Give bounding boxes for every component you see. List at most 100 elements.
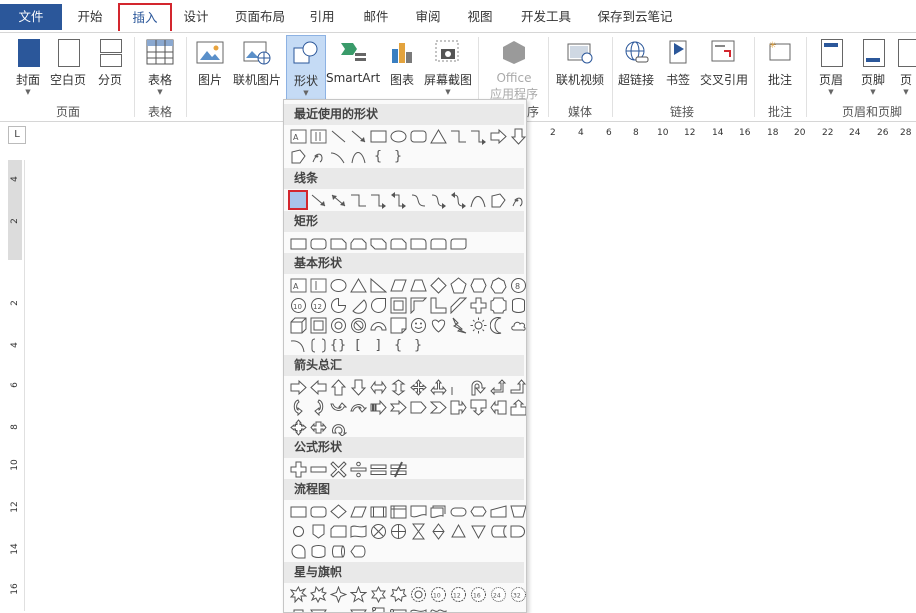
elbow-double-arrow-shape[interactable]: [388, 190, 408, 210]
round-diagonal-rectangle-shape[interactable]: [448, 233, 468, 253]
right-arrow-shape[interactable]: [488, 126, 508, 146]
decagon-shape[interactable]: 10: [288, 295, 308, 315]
vertical-text-box-shape[interactable]: [308, 126, 328, 146]
hexagon-shape[interactable]: [468, 275, 488, 295]
bent-arrow-shape[interactable]: [448, 377, 468, 397]
flowchart-data-shape[interactable]: [348, 501, 368, 521]
no-symbol-shape[interactable]: [348, 315, 368, 335]
tab-home[interactable]: 开始: [70, 6, 110, 28]
flowchart-process-shape[interactable]: [288, 501, 308, 521]
flowchart-extract-shape[interactable]: [448, 521, 468, 541]
up-down-arrow-shape[interactable]: [388, 377, 408, 397]
smartart-button[interactable]: SmartArt: [326, 39, 380, 85]
flowchart-decision-shape[interactable]: [328, 501, 348, 521]
tab-mailings[interactable]: 邮件: [356, 6, 396, 28]
tab-insert[interactable]: 插入: [118, 3, 172, 31]
curved-right-arrow-shape[interactable]: [288, 397, 308, 417]
freeform-shape[interactable]: [488, 190, 508, 210]
tab-file[interactable]: 文件: [0, 4, 62, 30]
flowchart-stored-data-shape[interactable]: [488, 521, 508, 541]
smiley-face-shape[interactable]: [408, 315, 428, 335]
left-right-up-arrow-shape[interactable]: [428, 377, 448, 397]
flowchart-predefined-process-shape[interactable]: [368, 501, 388, 521]
snip-round-rectangle-shape[interactable]: [388, 233, 408, 253]
elbow-arrow-connector-shape[interactable]: [368, 190, 388, 210]
left-up-arrow-shape[interactable]: [488, 377, 508, 397]
flowchart-punched-tape-shape[interactable]: [348, 521, 368, 541]
cover-button[interactable]: 封面▼: [8, 39, 48, 96]
online-picture-button[interactable]: 联机图片: [232, 39, 282, 88]
elbow-connector-shape[interactable]: [348, 190, 368, 210]
left-right-arrow-callout-shape[interactable]: [308, 417, 328, 437]
flowchart-or-shape[interactable]: [388, 521, 408, 541]
pentagon-shape[interactable]: [448, 275, 468, 295]
vertical-ruler[interactable]: 4 2 2 4 6 8 10 12 14 16: [6, 160, 25, 611]
right-bracket-shape[interactable]: ]: [368, 335, 388, 355]
page-number-button[interactable]: 页▼: [896, 39, 916, 96]
block-arc-shape[interactable]: [368, 315, 388, 335]
quad-arrow-shape[interactable]: [408, 377, 428, 397]
blank-page-button[interactable]: 空白页: [48, 39, 88, 88]
notched-right-arrow-shape[interactable]: [388, 397, 408, 417]
round-same-side-rectangle-shape[interactable]: [428, 233, 448, 253]
curved-down-ribbon-shape[interactable]: [348, 604, 368, 613]
screenshot-button[interactable]: 屏幕截图▼: [422, 39, 474, 96]
flowchart-summing-junction-shape[interactable]: [368, 521, 388, 541]
picture-button[interactable]: 图片: [192, 39, 228, 88]
left-bracket-shape[interactable]: [: [348, 335, 368, 355]
flowchart-display-shape[interactable]: [348, 541, 368, 561]
star-24-point-shape[interactable]: 24: [488, 584, 508, 604]
double-arrow-line-shape[interactable]: [328, 190, 348, 210]
bent-up-arrow-shape[interactable]: [508, 377, 527, 397]
flowchart-card-shape[interactable]: [328, 521, 348, 541]
triangle-shape[interactable]: [428, 126, 448, 146]
parallelogram-shape[interactable]: [388, 275, 408, 295]
double-bracket-shape[interactable]: [308, 335, 328, 355]
curved-arrow-connector-shape[interactable]: [428, 190, 448, 210]
flowchart-manual-operation-shape[interactable]: [508, 501, 527, 521]
circular-arrow-shape[interactable]: [328, 417, 348, 437]
flowchart-off-page-connector-shape[interactable]: [308, 521, 328, 541]
curved-connector-shape[interactable]: [408, 190, 428, 210]
footer-button[interactable]: 页脚▼: [854, 39, 892, 96]
round-single-corner-rectangle-shape[interactable]: [408, 233, 428, 253]
octagon-shape[interactable]: 8: [508, 275, 527, 295]
flowchart-preparation-shape[interactable]: [468, 501, 488, 521]
scribble-shape[interactable]: [308, 146, 328, 166]
diamond-shape[interactable]: [428, 275, 448, 295]
right-brace-shape[interactable]: }: [388, 146, 408, 166]
vertical-text-box-shape[interactable]: [308, 275, 328, 295]
page-break-button[interactable]: 分页: [90, 39, 130, 88]
rounded-rectangle-shape[interactable]: [308, 233, 328, 253]
star-7-point-shape[interactable]: [388, 584, 408, 604]
rounded-rect-shape[interactable]: [408, 126, 428, 146]
cross-shape[interactable]: [468, 295, 488, 315]
flowchart-direct-access-storage-shape[interactable]: [328, 541, 348, 561]
wave-shape[interactable]: [408, 604, 428, 613]
chord-shape[interactable]: [348, 295, 368, 315]
text-box-shape[interactable]: A: [288, 275, 308, 295]
down-arrow-callout-shape[interactable]: [468, 397, 488, 417]
double-wave-shape[interactable]: [428, 604, 448, 613]
flowchart-multidocument-shape[interactable]: [428, 501, 448, 521]
double-brace-shape[interactable]: {}: [328, 335, 348, 355]
chart-button[interactable]: 图表: [384, 39, 420, 88]
flowchart-collate-shape[interactable]: [408, 521, 428, 541]
teardrop-shape[interactable]: [368, 295, 388, 315]
line-shape-selected[interactable]: [288, 190, 308, 210]
diagonal-stripe-shape[interactable]: [448, 295, 468, 315]
curved-up-ribbon-shape[interactable]: [328, 604, 348, 613]
star-5-point-shape[interactable]: [348, 584, 368, 604]
divide-shape[interactable]: [348, 459, 368, 479]
cross-reference-button[interactable]: 交叉引用: [698, 39, 750, 88]
tab-design[interactable]: 设计: [176, 6, 216, 28]
multiply-shape[interactable]: [328, 459, 348, 479]
tab-page-layout[interactable]: 页面布局: [228, 6, 292, 28]
flowchart-internal-storage-shape[interactable]: [388, 501, 408, 521]
star-6-point-shape[interactable]: [368, 584, 388, 604]
arrow-line-shape[interactable]: [348, 126, 368, 146]
snip-same-side-rectangle-shape[interactable]: [348, 233, 368, 253]
online-video-button[interactable]: 联机视频: [552, 39, 608, 88]
donut-shape[interactable]: [328, 315, 348, 335]
lightning-bolt-shape[interactable]: [448, 315, 468, 335]
